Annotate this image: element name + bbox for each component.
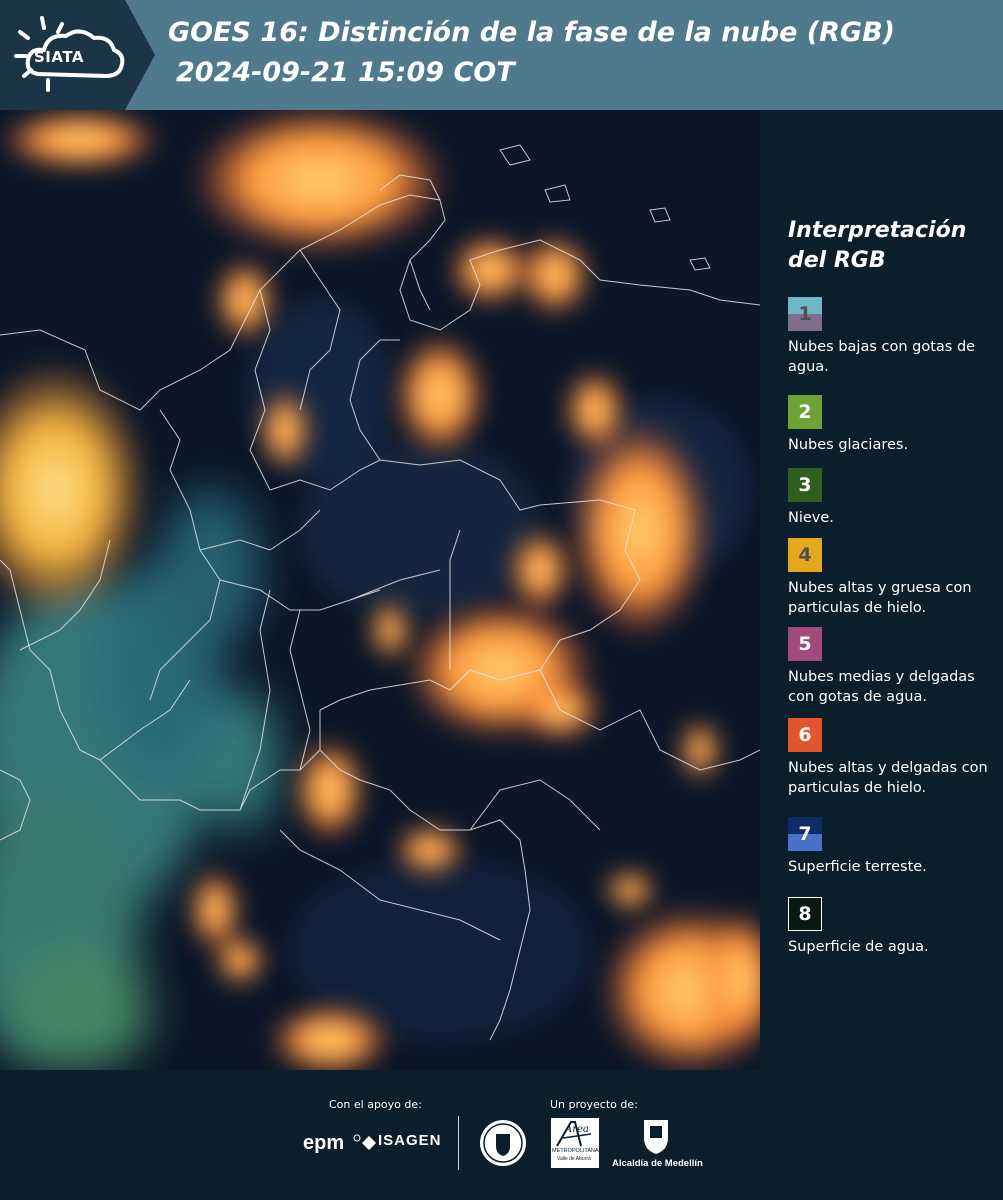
legend-number-7: 7: [798, 823, 812, 845]
legend-swatch-6: 6: [788, 718, 822, 752]
legend-number-5: 5: [798, 633, 812, 655]
seal-emblem-icon: [480, 1120, 526, 1166]
area-metropolitana-logo: Área METROPOLITANA Valle de Aburrá: [551, 1118, 599, 1168]
legend-number-3: 3: [798, 474, 812, 496]
legend-swatch-5: 5: [788, 627, 822, 661]
legend-item-5: 5 Nubes medias y delgadas con gotas de ag…: [788, 627, 998, 707]
legend-swatch-7: 7: [788, 817, 822, 851]
legend-panel: Interpretación del RGB 1 Nubes bajas con …: [770, 110, 1003, 1070]
legend-swatch-2: 2: [788, 395, 822, 429]
satellite-image: [0, 110, 760, 1070]
valle-aburra-text: Valle de Aburrá: [557, 1156, 591, 1162]
legend-label-2: Nubes glaciares.: [788, 437, 909, 453]
metropolitana-text: METROPOLITANA: [552, 1148, 599, 1154]
project-label: Un proyecto de:: [550, 1098, 638, 1111]
legend-swatch-3: 3: [788, 468, 822, 502]
logo-text: SIATA: [34, 48, 85, 66]
isagen-logo: ISAGEN: [378, 1132, 442, 1149]
satellite-map: [0, 110, 760, 1070]
legend-item-4: 4 Nubes altas y gruesa con particulas de …: [788, 538, 998, 618]
legend-number-4: 4: [798, 544, 812, 566]
legend-label-4: Nubes altas y gruesa con particulas de h…: [788, 580, 972, 616]
legend-item-1: 1 Nubes bajas con gotas de agua.: [788, 297, 998, 377]
legend-item-7: 7 Superficie terreste.: [788, 817, 998, 877]
footer-separator: [458, 1116, 459, 1170]
legend-item-3: 3 Nieve.: [788, 468, 998, 528]
alcaldia-shield-icon: [644, 1120, 668, 1154]
legend-item-8: 8 Superficie de agua.: [788, 897, 998, 957]
legend-swatch-4: 4: [788, 538, 822, 572]
legend-label-8: Superficie de agua.: [788, 939, 929, 955]
support-label: Con el apoyo de:: [329, 1098, 422, 1111]
legend-label-3: Nieve.: [788, 510, 834, 526]
legend-label-5: Nubes medias y delgadas con gotas de agu…: [788, 669, 975, 705]
legend-number-1: 1: [798, 303, 812, 325]
legend-number-2: 2: [798, 401, 812, 423]
alcaldia-text: Alcaldía de Medellín: [612, 1158, 703, 1169]
legend-number-6: 6: [798, 724, 812, 746]
header-bar: SIATA GOES 16: Distinción de la fase de …: [0, 0, 1003, 110]
legend-swatch-1: 1: [788, 297, 822, 331]
legend-number-8: 8: [798, 903, 812, 925]
legend-item-6: 6 Nubes altas y delgadas con particulas d…: [788, 718, 998, 798]
footer: Con el apoyo de: Un proyecto de: epm ISA…: [0, 1070, 1003, 1200]
area-script-text: Área: [565, 1124, 589, 1135]
isagen-logo-icon: [362, 1136, 376, 1150]
page-title: GOES 16: Distinción de la fase de la nub…: [168, 17, 895, 48]
legend-label-6: Nubes altas y delgadas con particulas de…: [788, 760, 988, 796]
legend-label-1: Nubes bajas con gotas de agua.: [788, 339, 976, 375]
legend-item-2: 2 Nubes glaciares.: [788, 395, 998, 455]
legend-label-7: Superficie terreste.: [788, 859, 927, 875]
epm-logo: epm: [303, 1132, 345, 1154]
page-subtitle-datetime: 2024-09-21 15:09 COT: [176, 57, 515, 88]
legend-swatch-8: 8: [788, 897, 822, 931]
legend-title: Interpretación del RGB: [788, 218, 967, 273]
